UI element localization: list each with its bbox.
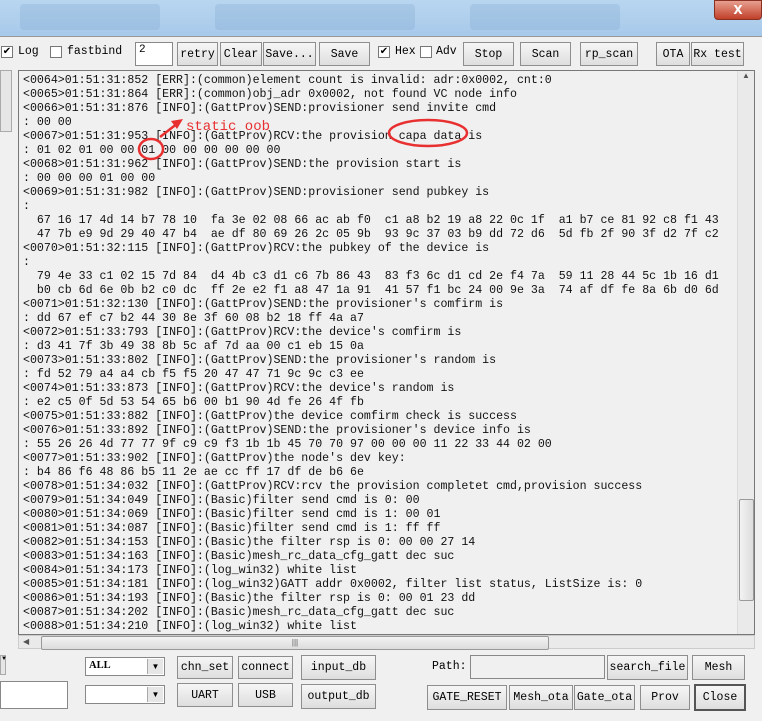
save-as-button[interactable]: Save... [263, 42, 316, 66]
channel-select[interactable]: ALL ▼ [85, 657, 165, 676]
log-line: <0077>01:51:33:902 [INFO]:(GattProv)the … [23, 452, 406, 465]
log-line: <0076>01:51:33:892 [INFO]:(GattProv)SEND… [23, 424, 531, 437]
log-line: <0078>01:51:34:032 [INFO]:(GattProv)RCV:… [23, 480, 643, 493]
taskbar-background: X [0, 0, 762, 36]
log-line: <0087>01:51:34:202 [INFO]:(Basic)mesh_rc… [23, 606, 455, 619]
log-line: : d3 41 7f 3b 49 38 8b 5c af 7d aa 00 c1… [23, 340, 364, 353]
log-line: <0070>01:51:32:115 [INFO]:(GattProv)RCV:… [23, 242, 490, 255]
path-label: Path: [432, 660, 467, 673]
output-db-button[interactable]: output_db [301, 684, 376, 709]
adv-label: Adv [436, 45, 457, 58]
fastbind-checkbox[interactable] [50, 46, 62, 58]
log-line: : b4 86 f6 48 86 b5 11 2e ae cc ff 17 df… [23, 466, 364, 479]
log-line: <0073>01:51:33:802 [INFO]:(GattProv)SEND… [23, 354, 497, 367]
chevron-down-icon[interactable]: ▼ [0, 655, 7, 675]
scroll-left-arrow-icon[interactable]: ◀ [23, 637, 29, 646]
blurred-taskbar-item [20, 4, 160, 30]
secondary-select[interactable]: ▼ [85, 685, 165, 704]
hex-label: Hex [395, 45, 416, 58]
channel-select-value: ALL [89, 660, 111, 671]
fastbind-label: fastbind [67, 45, 123, 58]
log-line: : fd 52 79 a4 a4 cb f5 f5 20 47 47 71 9c… [23, 368, 364, 381]
vertical-scroll-thumb[interactable] [739, 499, 754, 601]
log-label: Log [18, 45, 39, 58]
usb-button[interactable]: USB [238, 683, 293, 707]
log-line: : [23, 256, 30, 269]
chevron-down-icon[interactable]: ▼ [147, 687, 163, 702]
save-button[interactable]: Save [319, 42, 370, 66]
mesh-ota-button[interactable]: Mesh_ota [509, 685, 573, 710]
log-output[interactable]: <0064>01:51:31:852 [ERR]:(common)element… [18, 70, 755, 635]
retry-count-input[interactable]: 2 [135, 42, 173, 66]
log-line: <0074>01:51:33:873 [INFO]:(GattProv)RCV:… [23, 382, 455, 395]
log-line: <0069>01:51:31:982 [INFO]:(GattProv)SEND… [23, 186, 490, 199]
log-line: : 00 00 00 01 00 00 [23, 172, 156, 185]
retry-button[interactable]: retry [177, 42, 218, 66]
blurred-taskbar-item [470, 4, 620, 30]
chevron-down-icon[interactable]: ▼ [147, 659, 163, 674]
input-db-button[interactable]: input_db [301, 655, 376, 680]
uart-button[interactable]: UART [177, 683, 233, 707]
log-checkbox[interactable]: ✔ [1, 46, 13, 58]
log-line: <0081>01:51:34:087 [INFO]:(Basic)filter … [23, 522, 441, 535]
scroll-up-arrow-icon[interactable]: ▲ [738, 71, 754, 80]
log-line: : 01 02 01 00 00 01 00 00 00 00 00 00 [23, 144, 281, 157]
connect-button[interactable]: connect [238, 656, 293, 679]
chn-set-button[interactable]: chn_set [177, 656, 233, 679]
log-line: : 55 26 26 4d 77 77 9f c9 c9 f3 1b 1b 45… [23, 438, 552, 451]
log-line: : dd 67 ef c7 b2 44 30 8e 3f 60 08 b2 18… [23, 312, 364, 325]
log-line: <0082>01:51:34:153 [INFO]:(Basic)the fil… [23, 536, 476, 549]
log-line: <0067>01:51:31:953 [INFO]:(GattProv)RCV:… [23, 130, 483, 143]
log-line: <0083>01:51:34:163 [INFO]:(Basic)mesh_rc… [23, 550, 455, 563]
rp-scan-button[interactable]: rp_scan [580, 42, 638, 66]
log-line: <0075>01:51:33:882 [INFO]:(GattProv)the … [23, 410, 517, 423]
rx-test-button[interactable]: Rx test [691, 42, 744, 66]
scan-button[interactable]: Scan [520, 42, 571, 66]
clear-button[interactable]: Clear [220, 42, 262, 66]
gate-ota-button[interactable]: Gate_ota [574, 685, 635, 710]
log-line: : 00 00 [23, 116, 72, 129]
log-line: 79 4e 33 c1 02 15 7d 84 d4 4b c3 d1 c6 7… [23, 270, 719, 283]
stop-button[interactable]: Stop [463, 42, 514, 66]
horizontal-scroll-thumb[interactable]: ||| [41, 636, 549, 650]
log-line: <0080>01:51:34:069 [INFO]:(Basic)filter … [23, 508, 441, 521]
log-vertical-scrollbar[interactable]: ▲ [737, 71, 754, 634]
adv-checkbox[interactable] [420, 46, 432, 58]
log-line: <0066>01:51:31:876 [INFO]:(GattProv)SEND… [23, 102, 497, 115]
log-line: <0064>01:51:31:852 [ERR]:(common)element… [23, 74, 552, 87]
left-panel-scrollbar[interactable] [0, 70, 12, 132]
gate-reset-button[interactable]: GATE_RESET [427, 685, 507, 710]
window-close-button[interactable]: X [714, 0, 762, 20]
blurred-taskbar-item [215, 4, 415, 30]
left-text-field[interactable] [0, 681, 68, 709]
log-line: <0065>01:51:31:864 [ERR]:(common)obj_adr… [23, 88, 517, 101]
log-line: <0072>01:51:33:793 [INFO]:(GattProv)RCV:… [23, 326, 462, 339]
log-line: <0084>01:51:34:173 [INFO]:(log_win32) wh… [23, 564, 357, 577]
mesh-button[interactable]: Mesh [692, 655, 745, 680]
log-horizontal-scrollbar[interactable]: ◀ ||| [18, 635, 755, 650]
hex-checkbox[interactable]: ✔ [378, 46, 390, 58]
log-line: <0086>01:51:34:193 [INFO]:(Basic)the fil… [23, 592, 476, 605]
close-button[interactable]: Close [694, 684, 746, 711]
path-input[interactable] [470, 655, 605, 679]
log-line: : e2 c5 0f 5d 53 54 65 b6 00 b1 90 4d fe… [23, 396, 364, 409]
log-line: <0071>01:51:32:130 [INFO]:(GattProv)SEND… [23, 298, 504, 311]
search-file-button[interactable]: search_file [607, 655, 688, 680]
prov-button[interactable]: Prov [640, 685, 690, 710]
log-line: 47 7b e9 9d 29 40 47 b4 ae df 80 69 26 2… [23, 228, 719, 241]
log-line: <0079>01:51:34:049 [INFO]:(Basic)filter … [23, 494, 420, 507]
log-lines: <0064>01:51:31:852 [ERR]:(common)element… [23, 74, 719, 634]
log-line: : [23, 200, 30, 213]
log-line: b0 cb 6d 6e 0b b2 c0 dc ff 2e e2 f1 a8 4… [23, 284, 719, 297]
log-line: 67 16 17 4d 14 b7 78 10 fa 3e 02 08 66 a… [23, 214, 719, 227]
ota-button[interactable]: OTA [656, 42, 690, 66]
log-line: <0068>01:51:31:962 [INFO]:(GattProv)SEND… [23, 158, 462, 171]
log-line: <0085>01:51:34:181 [INFO]:(log_win32)GAT… [23, 578, 643, 591]
log-line: <0088>01:51:34:210 [INFO]:(log_win32) wh… [23, 620, 357, 633]
